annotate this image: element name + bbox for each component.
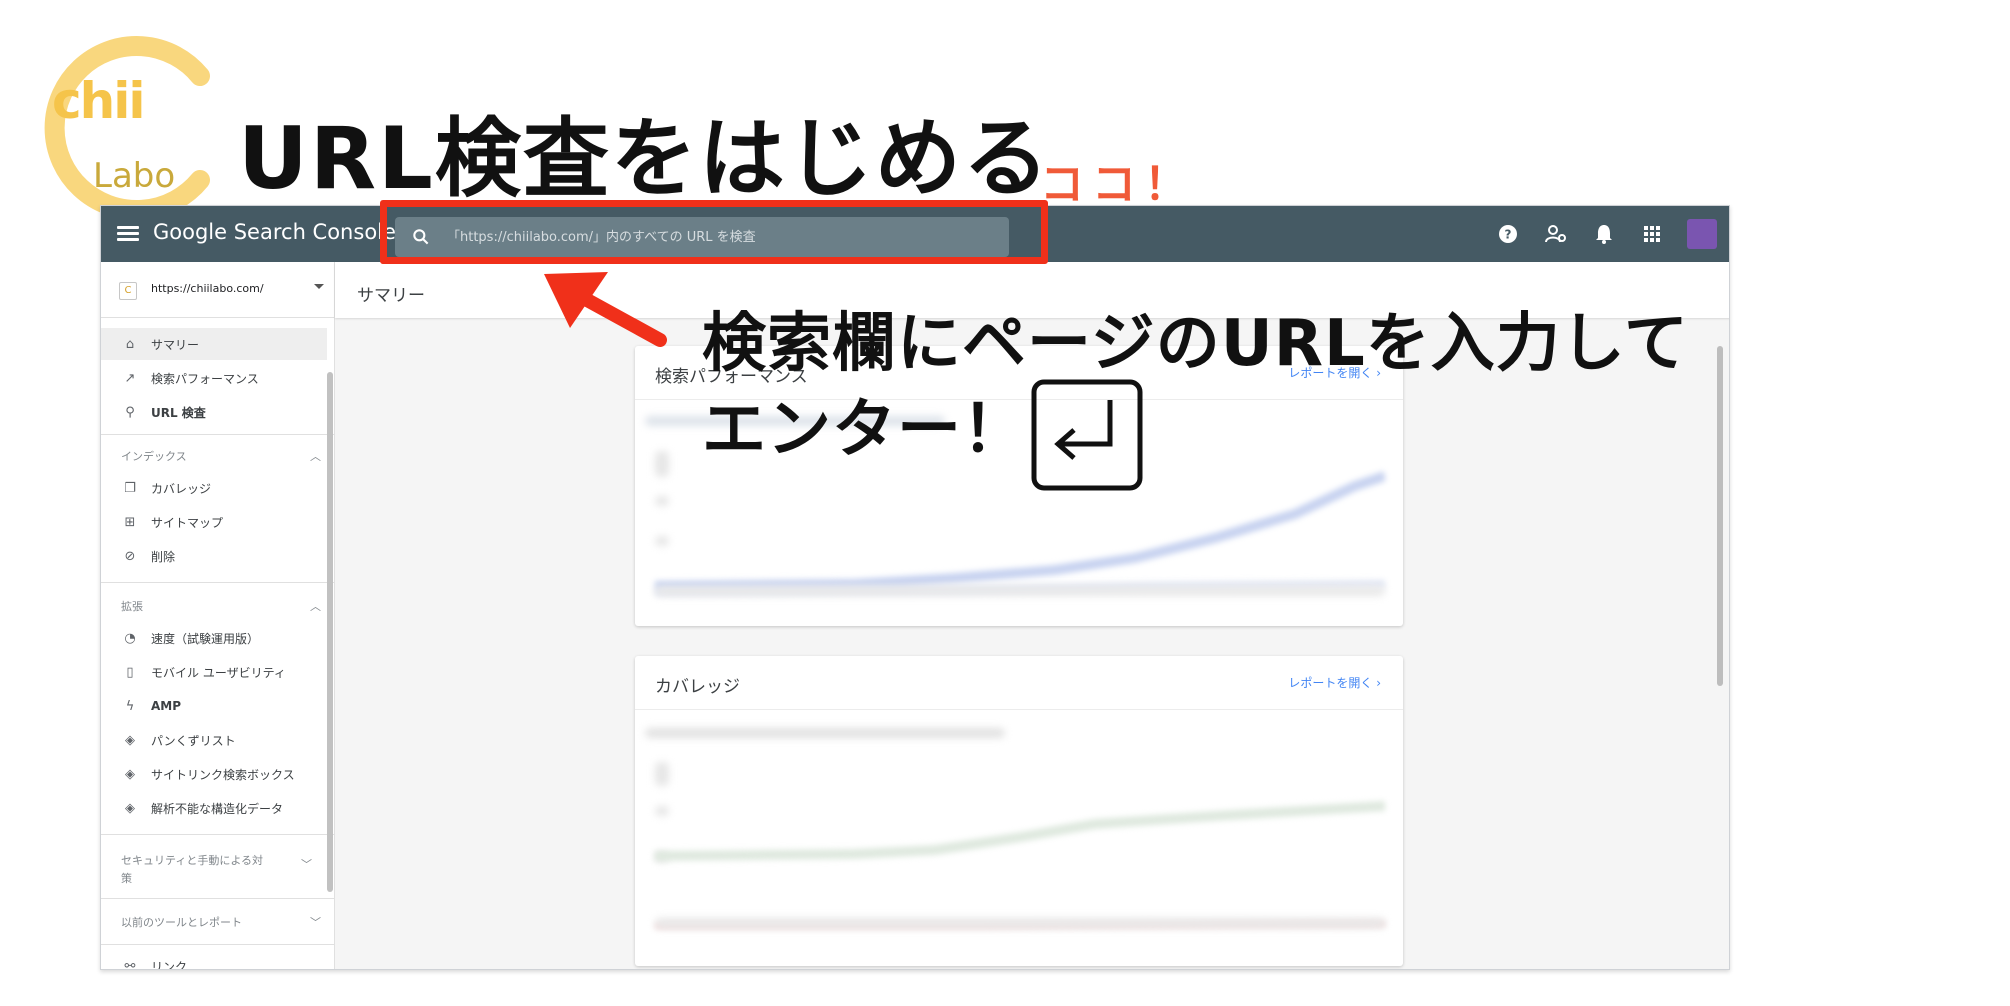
nav-item-unparsable-data[interactable]: ◈ 解析不能な構造化データ <box>101 792 327 824</box>
nav-item-label: URL 検査 <box>151 405 206 420</box>
callout-label: ココ！ <box>1040 159 1196 210</box>
page-title: サマリー <box>357 286 425 306</box>
divider <box>635 709 1403 710</box>
layers-icon: ◈ <box>125 800 135 816</box>
coverage-card: カバレッジ レポートを開く › <box>635 656 1403 966</box>
chevron-up-icon: ︿ <box>310 600 321 613</box>
layers-icon: ◈ <box>125 732 135 748</box>
section-header-enhancements[interactable]: 拡張 ︿ <box>121 598 321 614</box>
instruction-line-1: 検索欄にページのURLを入力して <box>702 307 1689 381</box>
bolt-icon: ϟ <box>125 698 135 714</box>
sitemap-icon: ⊞ <box>124 514 136 530</box>
chevron-down-icon: ﹀ <box>310 916 321 929</box>
search-icon: ⚲ <box>125 404 135 420</box>
chevron-up-icon: ︿ <box>310 450 321 463</box>
blurred-chart <box>655 471 1385 596</box>
section-header-label: セキュリティと手動による対策 <box>121 854 264 885</box>
menu-icon[interactable] <box>117 223 139 245</box>
divider <box>101 582 335 583</box>
logo-subtext: Labo <box>93 156 176 196</box>
nav-item-label: サイトリンク検索ボックス <box>151 767 295 782</box>
section-header-label: インデックス <box>121 450 187 463</box>
phone-icon: ▯ <box>126 664 134 680</box>
chevron-down-icon: ﹀ <box>301 858 312 871</box>
open-report-label: レポートを開く <box>1288 676 1373 690</box>
section-header-legacy[interactable]: 以前のツールとレポート ﹀ <box>121 914 321 930</box>
divider <box>101 898 335 899</box>
divider <box>101 944 335 945</box>
section-header-label: 以前のツールとレポート <box>121 916 242 929</box>
copy-icon: ❐ <box>124 480 136 496</box>
divider <box>101 834 335 835</box>
page-headline: URL検査をはじめる <box>238 109 1051 209</box>
nav-item-sitemaps[interactable]: ⊞ サイトマップ <box>101 506 327 538</box>
blurred-legend <box>645 728 1005 738</box>
nav-item-label: 検索パフォーマンス <box>151 371 259 386</box>
property-url: https://chiilabo.com/ <box>151 282 264 295</box>
eye-off-icon: ⊘ <box>124 548 136 564</box>
app-brand: Google Search Console <box>153 220 396 244</box>
speed-icon: ◔ <box>124 630 136 646</box>
nav-item-breadcrumbs[interactable]: ◈ パンくずリスト <box>101 724 327 756</box>
page: chii Labo URL検査をはじめる ココ！ Google Search C… <box>0 0 2010 1006</box>
help-icon[interactable]: ? <box>1495 221 1521 247</box>
nav-item-label: AMP <box>151 699 182 713</box>
nav-item-label: 解析不能な構造化データ <box>151 801 284 816</box>
section-header-label: 拡張 <box>121 600 143 613</box>
sidebar-scrollbar[interactable] <box>327 372 333 892</box>
home-icon: ⌂ <box>125 336 135 352</box>
trend-icon: ↗ <box>124 370 136 386</box>
nav-item-mobile-usability[interactable]: ▯ モバイル ユーザビリティ <box>101 656 327 688</box>
layers-icon: ◈ <box>125 766 135 782</box>
main-scrollbar[interactable] <box>1717 346 1723 686</box>
nav-item-coverage[interactable]: ❐ カバレッジ <box>101 472 327 504</box>
links-icon: ⚯ <box>124 958 136 970</box>
card-title: カバレッジ <box>655 677 740 697</box>
open-report-link[interactable]: レポートを開く › <box>1288 674 1381 691</box>
divider <box>101 434 335 435</box>
nav-item-label: サイトマップ <box>151 515 224 530</box>
section-header-index[interactable]: インデックス ︿ <box>121 448 321 464</box>
svg-text:?: ? <box>1505 228 1512 242</box>
nav-item-label: リンク <box>151 959 188 970</box>
nav-item-label: パンくずリスト <box>151 733 236 748</box>
caret-down-icon <box>314 284 324 289</box>
avatar[interactable] <box>1687 219 1717 249</box>
nav-item-links[interactable]: ⚯ リンク <box>101 950 327 970</box>
bell-icon[interactable] <box>1591 221 1617 247</box>
user-settings-icon[interactable] <box>1543 221 1569 247</box>
nav-item-summary[interactable]: ⌂ サマリー <box>101 328 327 360</box>
logo-wordmark: chii <box>52 72 146 130</box>
apps-grid-icon[interactable] <box>1639 221 1665 247</box>
nav-item-removals[interactable]: ⊘ 削除 <box>101 540 327 572</box>
nav-item-speed[interactable]: ◔ 速度（試験運用版） <box>101 622 327 654</box>
nav-item-label: モバイル ユーザビリティ <box>151 665 286 680</box>
blurred-x-axis <box>655 586 1385 596</box>
enter-key-icon <box>1031 379 1143 491</box>
nav-item-url-inspection[interactable]: ⚲ URL 検査 <box>101 396 327 428</box>
section-header-security[interactable]: セキュリティと手動による対策 <box>121 852 271 888</box>
nav-item-label: 速度（試験運用版） <box>151 631 260 646</box>
blurred-x-axis <box>655 918 1385 928</box>
pointer-arrow-icon <box>544 272 667 347</box>
nav-item-amp[interactable]: ϟ AMP <box>101 690 327 722</box>
nav-item-label: カバレッジ <box>151 481 212 496</box>
instruction-line-2: エンター！ <box>702 393 1027 467</box>
nav-item-performance[interactable]: ↗ 検索パフォーマンス <box>101 362 327 394</box>
property-selector[interactable]: C https://chiilabo.com/ <box>101 262 335 318</box>
nav-item-label: 削除 <box>151 549 176 564</box>
nav-item-label: サマリー <box>151 337 200 352</box>
sidebar: C https://chiilabo.com/ ⌂ サマリー ↗ 検索パフォーマ… <box>101 262 335 970</box>
highlight-box-inner <box>384 204 1044 260</box>
property-icon: C <box>119 282 137 300</box>
nav-item-sitelinks-searchbox[interactable]: ◈ サイトリンク検索ボックス <box>101 758 327 790</box>
